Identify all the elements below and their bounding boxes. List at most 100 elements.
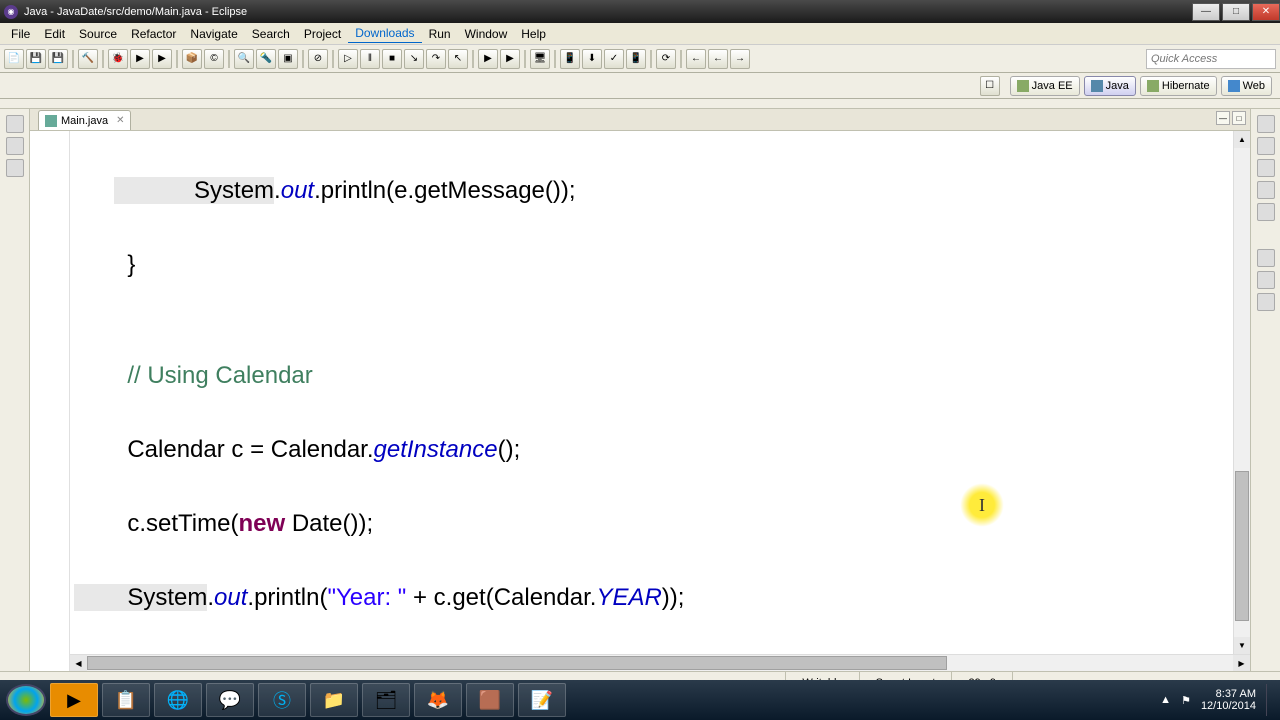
outline-icon[interactable]	[1257, 115, 1275, 133]
close-button[interactable]: ✕	[1252, 3, 1280, 21]
taskbar-item[interactable]: 🟫	[466, 683, 514, 717]
run-last-button[interactable]: ▶	[500, 49, 520, 69]
perspective-label: Java EE	[1032, 80, 1073, 92]
menu-edit[interactable]: Edit	[37, 25, 72, 43]
vertical-scrollbar[interactable]: ▲ ▼	[1233, 131, 1250, 654]
console-icon[interactable]	[1257, 249, 1275, 267]
skip-breakpoints-button[interactable]: ⊘	[308, 49, 328, 69]
terminate-button[interactable]: ■	[382, 49, 402, 69]
taskbar-item[interactable]: Ⓢ	[258, 683, 306, 717]
scroll-thumb[interactable]	[87, 656, 947, 670]
new-package-button[interactable]: 📦	[182, 49, 202, 69]
open-type-button[interactable]: 🔍	[234, 49, 254, 69]
quick-access-input[interactable]	[1146, 49, 1276, 69]
code-line: c.setTime(new Date());	[74, 505, 1250, 542]
android-virtual-button[interactable]: 📱	[626, 49, 646, 69]
file-tab-main[interactable]: Main.java ✕	[38, 110, 131, 130]
last-edit-button[interactable]: ←	[686, 49, 706, 69]
hierarchy-icon[interactable]	[6, 159, 24, 177]
java-icon	[1091, 80, 1103, 92]
tab-min-icon[interactable]: —	[1216, 111, 1230, 125]
scroll-left-icon[interactable]: ◀	[70, 655, 87, 671]
debug-button[interactable]: 🐞	[108, 49, 128, 69]
perspective-java[interactable]: Java	[1084, 76, 1136, 96]
tray-up-icon[interactable]: ▲	[1160, 694, 1171, 706]
code-editor[interactable]: System.out.println(e.getMessage()); } //…	[30, 131, 1250, 671]
taskbar-item[interactable]: 📁	[310, 683, 358, 717]
new-button[interactable]: 📄	[4, 49, 24, 69]
close-tab-icon[interactable]: ✕	[116, 115, 124, 126]
menu-file[interactable]: File	[4, 25, 37, 43]
show-desktop-button[interactable]	[1266, 684, 1274, 716]
menu-refactor[interactable]: Refactor	[124, 25, 183, 43]
run-button[interactable]: ▶	[130, 49, 150, 69]
toggle-mark-button[interactable]: ▣	[278, 49, 298, 69]
tasklist-icon[interactable]	[1257, 137, 1275, 155]
tray-clock[interactable]: 8:37 AM 12/10/2014	[1201, 688, 1256, 712]
new-class-button[interactable]: ©	[204, 49, 224, 69]
menu-run[interactable]: Run	[422, 25, 458, 43]
declaration-icon[interactable]	[1257, 203, 1275, 221]
tray-flag-icon[interactable]: ⚑	[1181, 694, 1191, 707]
menu-window[interactable]: Window	[458, 25, 515, 43]
run-external-button[interactable]: ▶	[478, 49, 498, 69]
scroll-up-icon[interactable]: ▲	[1234, 131, 1250, 148]
menu-source[interactable]: Source	[72, 25, 124, 43]
perspective-hibernate[interactable]: Hibernate	[1140, 76, 1217, 96]
code-content[interactable]: System.out.println(e.getMessage()); } //…	[70, 131, 1250, 671]
taskbar-item[interactable]: 📋	[102, 683, 150, 717]
scroll-right-icon[interactable]: ▶	[1233, 655, 1250, 671]
progress-icon[interactable]	[1257, 293, 1275, 311]
scroll-thumb[interactable]	[1235, 471, 1249, 621]
menu-navigate[interactable]: Navigate	[183, 25, 244, 43]
menu-downloads[interactable]: Downloads	[348, 24, 421, 43]
menu-project[interactable]: Project	[297, 25, 348, 43]
build-button[interactable]: 🔨	[78, 49, 98, 69]
refresh-button[interactable]: ⟳	[656, 49, 676, 69]
step-over-button[interactable]: ↷	[426, 49, 446, 69]
editor-region: Main.java ✕ — □ System.out.println(e.get…	[30, 109, 1250, 671]
android-sdk-button[interactable]: ⬇	[582, 49, 602, 69]
perspective-javaee[interactable]: Java EE	[1010, 76, 1080, 96]
taskbar-item[interactable]: 📝	[518, 683, 566, 717]
suspend-button[interactable]: ‖	[360, 49, 380, 69]
horizontal-scrollbar[interactable]: ◀ ▶	[70, 654, 1250, 671]
save-all-button[interactable]: 💾	[48, 49, 68, 69]
taskbar-item[interactable]: 💬	[206, 683, 254, 717]
start-button[interactable]	[6, 684, 46, 716]
windows-taskbar: ▶ 📋 🌐 💬 Ⓢ 📁 🗂 🦊 🟫 📝 ▲ ⚑ 8:37 AM 12/10/20…	[0, 680, 1280, 720]
resume-button[interactable]: ▷	[338, 49, 358, 69]
taskbar-item[interactable]: ▶	[50, 683, 98, 717]
perspective-web[interactable]: Web	[1221, 76, 1272, 96]
step-into-button[interactable]: ↘	[404, 49, 424, 69]
servers-icon[interactable]	[1257, 271, 1275, 289]
taskbar-item[interactable]: 🦊	[414, 683, 462, 717]
menu-help[interactable]: Help	[514, 25, 553, 43]
taskbar-item[interactable]: 🌐	[154, 683, 202, 717]
javadoc-icon[interactable]	[1257, 181, 1275, 199]
code-line: System.out.println(e.getMessage());	[74, 172, 1250, 209]
tab-max-icon[interactable]: □	[1232, 111, 1246, 125]
new-android-button[interactable]: 📱	[560, 49, 580, 69]
step-return-button[interactable]: ↖	[448, 49, 468, 69]
back-button[interactable]: ←	[708, 49, 728, 69]
coverage-button[interactable]: ▶	[152, 49, 172, 69]
main-toolbar: 📄 💾 💾 🔨 🐞 ▶ ▶ 📦 © 🔍 🔦 ▣ ⊘ ▷ ‖ ■ ↘ ↷ ↖ ▶ …	[0, 45, 1280, 73]
scroll-down-icon[interactable]: ▼	[1234, 637, 1250, 654]
open-perspective-button[interactable]: ☐	[980, 76, 1000, 96]
forward-button[interactable]: →	[730, 49, 750, 69]
navigator-icon[interactable]	[6, 137, 24, 155]
window-title: Java - JavaDate/src/demo/Main.java - Ecl…	[24, 6, 1190, 18]
minimize-button[interactable]: —	[1192, 3, 1220, 21]
search-button[interactable]: 🔦	[256, 49, 276, 69]
save-button[interactable]: 💾	[26, 49, 46, 69]
android-lint-button[interactable]: ✓	[604, 49, 624, 69]
maximize-button[interactable]: □	[1222, 3, 1250, 21]
taskbar-item[interactable]: 🗂	[362, 683, 410, 717]
main-area: Main.java ✕ — □ System.out.println(e.get…	[0, 109, 1280, 671]
menu-search[interactable]: Search	[245, 25, 297, 43]
package-explorer-icon[interactable]	[6, 115, 24, 133]
problems-icon[interactable]	[1257, 159, 1275, 177]
menu-bar: File Edit Source Refactor Navigate Searc…	[0, 23, 1280, 45]
new-server-button[interactable]: 🖥	[530, 49, 550, 69]
